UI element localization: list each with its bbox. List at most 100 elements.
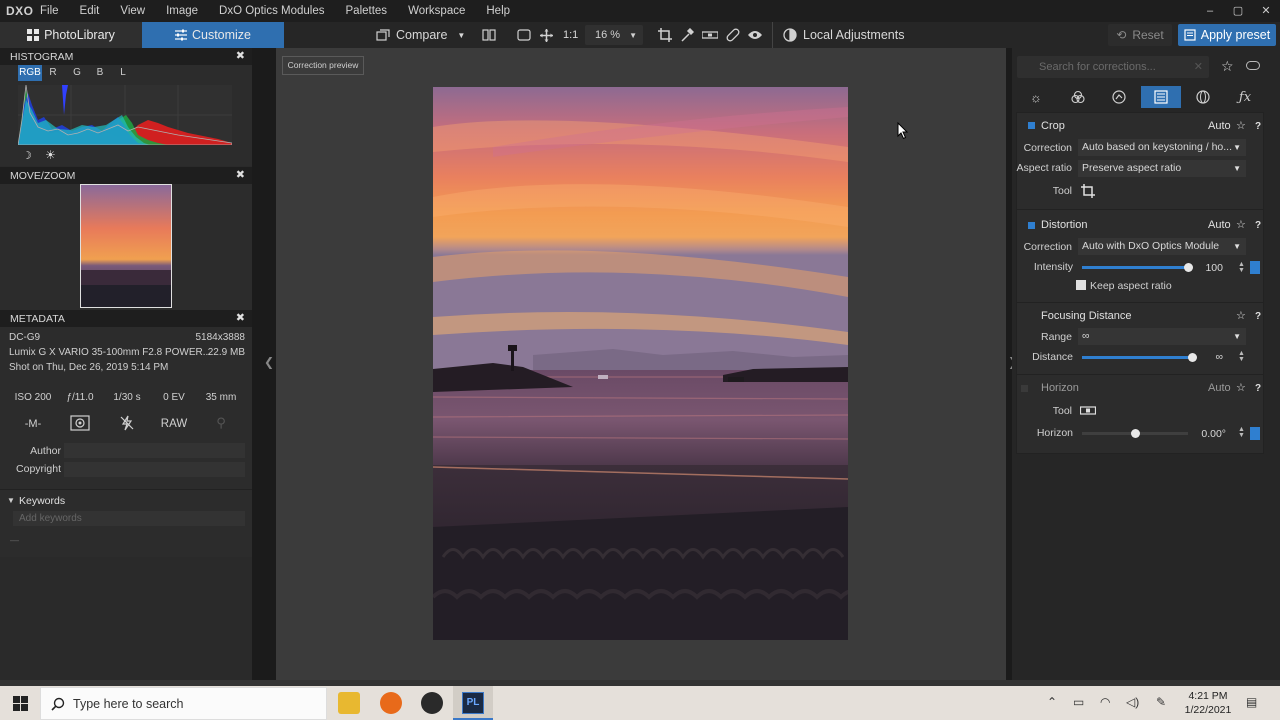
fit-screen-button[interactable]	[517, 22, 531, 48]
main-photo[interactable]	[433, 87, 848, 640]
one-to-one-button[interactable]: 1:1	[563, 22, 578, 48]
horizon-tool-button[interactable]	[702, 22, 718, 48]
white-balance-picker-button[interactable]	[681, 22, 694, 48]
palette-tab-local[interactable]	[1183, 86, 1223, 108]
volume-icon[interactable]: ◁)	[1126, 695, 1139, 709]
crop-enable-checkbox[interactable]	[1028, 122, 1035, 129]
distortion-correction-dropdown[interactable]: Auto with DxO Optics Module ▼	[1078, 238, 1246, 255]
search-corrections-input[interactable]: Search for corrections... ✕	[1017, 56, 1209, 78]
range-dropdown[interactable]: ∞ ▼	[1078, 328, 1246, 345]
menu-edit[interactable]: Edit	[80, 5, 100, 17]
taskbar-clock[interactable]: 4:21 PM 1/22/2021	[1180, 689, 1236, 717]
horizon-slider-handle[interactable]	[1131, 429, 1140, 438]
close-window-button[interactable]: ✕	[1252, 0, 1280, 22]
firefox-icon[interactable]	[380, 692, 402, 714]
taskbar-photolab-active[interactable]: PL	[453, 686, 493, 720]
distance-value[interactable]: ∞	[1195, 351, 1224, 363]
repair-tool-button[interactable]	[726, 22, 740, 48]
histogram-channel-rgb[interactable]: RGB	[18, 65, 42, 81]
minimize-button[interactable]: –	[1196, 0, 1224, 22]
keywords-input[interactable]: Add keywords	[13, 511, 245, 526]
move-tool-button[interactable]	[540, 22, 553, 48]
toggle-view-icon[interactable]	[1246, 61, 1260, 70]
notifications-icon[interactable]: ▤	[1246, 695, 1257, 709]
menu-help[interactable]: Help	[486, 5, 510, 17]
palette-tab-detail[interactable]	[1099, 86, 1139, 108]
battery-icon[interactable]: ▭	[1073, 695, 1084, 709]
author-field[interactable]	[64, 443, 245, 458]
distortion-enable-checkbox[interactable]	[1028, 222, 1035, 229]
clear-search-icon[interactable]: ✕	[1194, 56, 1203, 78]
horizon-enable-checkbox[interactable]	[1021, 385, 1028, 392]
copyright-field[interactable]	[64, 462, 245, 477]
split-view-button[interactable]	[482, 22, 496, 48]
crop-tool-button[interactable]	[658, 22, 672, 48]
help-icon[interactable]: ?	[1255, 383, 1261, 394]
crop-icon[interactable]	[1081, 184, 1095, 198]
tab-photolibrary[interactable]: PhotoLibrary	[0, 22, 142, 48]
horizon-value[interactable]: 0.00°	[1198, 428, 1226, 440]
tab-customize[interactable]: Customize	[142, 22, 284, 48]
keywords-toggle[interactable]: ▼	[7, 496, 15, 505]
intensity-value[interactable]: 100	[1195, 262, 1223, 274]
menu-palettes[interactable]: Palettes	[346, 5, 388, 17]
star-icon[interactable]: ☆	[1236, 119, 1246, 132]
star-icon[interactable]: ☆	[1236, 309, 1246, 322]
apply-preset-button[interactable]: Apply preset	[1178, 24, 1276, 46]
local-adjustments-button[interactable]: Local Adjustments	[772, 22, 904, 48]
histogram-channel-r[interactable]: R	[46, 65, 60, 81]
histogram-channel-g[interactable]: G	[70, 65, 84, 81]
menu-file[interactable]: File	[40, 5, 59, 17]
help-icon[interactable]: ?	[1255, 121, 1261, 132]
file-explorer-icon[interactable]	[338, 692, 360, 714]
intensity-picker-icon[interactable]	[1250, 261, 1260, 274]
correction-preview-button[interactable]: Correction preview	[282, 56, 364, 75]
horizon-stepper-icon[interactable]: ▲ ▼	[1238, 426, 1245, 439]
moon-icon[interactable]: ☽	[22, 149, 32, 162]
pen-icon[interactable]: ✎	[1156, 695, 1166, 709]
distance-stepper-icon[interactable]: ▲ ▼	[1238, 350, 1245, 363]
zoom-select[interactable]: 16 % ▼	[585, 25, 643, 45]
reset-button[interactable]: ⟲ Reset	[1108, 24, 1172, 46]
help-icon[interactable]: ?	[1255, 311, 1261, 322]
obs-icon[interactable]	[421, 692, 443, 714]
star-icon[interactable]: ☆	[1236, 218, 1246, 231]
close-icon[interactable]: ✖	[236, 49, 245, 62]
compare-icon	[376, 29, 390, 41]
keep-aspect-checkbox[interactable]	[1076, 280, 1086, 290]
red-eye-tool-button[interactable]	[748, 22, 762, 48]
histogram-channel-b[interactable]: B	[93, 65, 107, 81]
star-icon[interactable]: ☆	[1236, 381, 1246, 394]
horizon-auto-button[interactable]: Auto	[1208, 382, 1231, 394]
menu-workspace[interactable]: Workspace	[408, 5, 465, 17]
compare-button[interactable]: Compare ▼	[376, 22, 465, 48]
horizon-picker-icon[interactable]	[1250, 427, 1260, 440]
collapse-left-panel-icon[interactable]: ❮	[264, 355, 274, 369]
close-icon[interactable]: ✖	[236, 168, 245, 181]
chevron-up-icon[interactable]: ⌃	[1047, 695, 1057, 709]
palette-tab-light[interactable]: ☼	[1016, 86, 1056, 108]
start-button[interactable]	[0, 686, 40, 720]
palette-tab-color[interactable]	[1058, 86, 1098, 108]
wifi-icon[interactable]: ◠	[1100, 695, 1110, 709]
maximize-button[interactable]: ▢	[1224, 0, 1252, 22]
aspect-ratio-dropdown[interactable]: Preserve aspect ratio ▼	[1078, 160, 1246, 177]
taskbar-search-input[interactable]: Type here to search	[40, 687, 327, 720]
help-icon[interactable]: ?	[1255, 220, 1261, 231]
menu-view[interactable]: View	[120, 5, 145, 17]
palette-tab-effects[interactable]: ƒx	[1225, 86, 1265, 108]
menu-image[interactable]: Image	[166, 5, 198, 17]
sun-icon[interactable]: ☀	[45, 148, 56, 162]
intensity-slider-handle[interactable]	[1184, 263, 1193, 272]
crop-auto-button[interactable]: Auto	[1208, 120, 1231, 132]
close-icon[interactable]: ✖	[236, 311, 245, 324]
menu-dxo-optics-modules[interactable]: DxO Optics Modules	[219, 5, 324, 17]
navigator-thumbnail[interactable]	[80, 184, 172, 308]
intensity-stepper-icon[interactable]: ▲ ▼	[1238, 261, 1245, 274]
palette-tab-geometry[interactable]	[1141, 86, 1181, 108]
level-icon[interactable]	[1080, 406, 1096, 415]
crop-correction-dropdown[interactable]: Auto based on keystoning / ho... ▼	[1078, 139, 1246, 156]
distortion-auto-button[interactable]: Auto	[1208, 219, 1231, 231]
histogram-channel-l[interactable]: L	[116, 65, 130, 81]
favorites-star-icon[interactable]: ☆	[1221, 58, 1234, 75]
